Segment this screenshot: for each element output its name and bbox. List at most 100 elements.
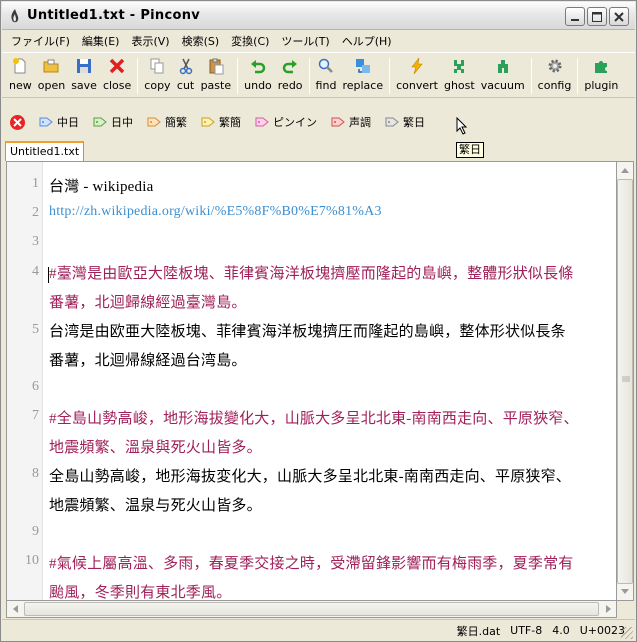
url-line[interactable]: http://zh.wikipedia.org/wiki/%E5%8F%B0%E… bbox=[49, 204, 382, 220]
menu-help[interactable]: ヘルプ(H) bbox=[337, 33, 399, 49]
menu-file[interactable]: ファイル(F) bbox=[6, 33, 77, 49]
convert-ja-zh-button[interactable]: 日中 bbox=[93, 114, 133, 130]
minimize-icon bbox=[571, 18, 579, 21]
arrow-down-icon bbox=[621, 589, 629, 594]
line-number: 4 bbox=[32, 264, 39, 279]
plugin-button[interactable]: plugin bbox=[581, 53, 621, 97]
save-button[interactable]: save bbox=[68, 53, 100, 97]
new-button[interactable]: new bbox=[6, 53, 35, 97]
line-number: 8 bbox=[32, 466, 39, 481]
close-button[interactable]: close bbox=[100, 53, 134, 97]
new-file-icon bbox=[13, 58, 26, 74]
scissors-icon bbox=[179, 58, 192, 75]
menu-bar: ファイル(F) 編集(E) 表示(V) 検索(S) 変換(C) ツール(T) ヘ… bbox=[2, 31, 635, 50]
maximize-icon bbox=[592, 11, 602, 22]
menu-edit[interactable]: 編集(E) bbox=[77, 33, 127, 49]
comment-line-wrap: 番薯，北迴歸線經過臺灣島。 bbox=[49, 295, 247, 311]
line-number: 3 bbox=[32, 234, 39, 249]
copy-button[interactable]: copy bbox=[141, 53, 173, 97]
toolbar-separator bbox=[308, 58, 310, 94]
blue-tag-icon bbox=[39, 117, 53, 127]
line-number: 2 bbox=[32, 205, 39, 220]
cut-button[interactable]: cut bbox=[174, 53, 198, 97]
redo-button[interactable]: redo bbox=[275, 53, 306, 97]
comment-line: #全島山勢高峻，地形海拔變化大，山脈大多呈北北東-南南西走向、平原狹窄、 bbox=[49, 411, 579, 427]
floppy-disk-icon bbox=[77, 59, 92, 73]
mouse-cursor-icon bbox=[456, 117, 468, 135]
line-number: 1 bbox=[32, 176, 39, 191]
scroll-up-button[interactable] bbox=[617, 162, 633, 178]
comment-line-wrap: 颱風，冬季則有東北季風。 bbox=[49, 585, 232, 601]
copy-icon bbox=[150, 58, 164, 74]
resize-grip[interactable] bbox=[621, 627, 633, 639]
toolbar-separator bbox=[389, 58, 391, 94]
convert-zh-ja-button[interactable]: 中日 bbox=[39, 114, 79, 130]
puzzle-piece-icon bbox=[595, 61, 608, 73]
scroll-right-button[interactable] bbox=[601, 601, 617, 617]
ghost-icon bbox=[454, 60, 465, 73]
convert-traditional-simplified-button[interactable]: 繁簡 bbox=[201, 114, 241, 130]
status-version: 4.0 bbox=[552, 624, 570, 637]
convert-traditional-japanese-button[interactable]: 繁日 bbox=[385, 114, 425, 130]
vertical-scroll-thumb[interactable] bbox=[617, 179, 633, 584]
title-bar[interactable]: Untitled1.txt - Pinconv bbox=[2, 2, 635, 30]
vacuum-icon bbox=[497, 60, 508, 73]
convert-pinyin-button[interactable]: ピンイン bbox=[255, 114, 317, 130]
undo-button[interactable]: undo bbox=[241, 53, 275, 97]
convert-tone-button[interactable]: 声調 bbox=[331, 114, 371, 130]
close-icon bbox=[614, 11, 624, 22]
gear-icon bbox=[548, 59, 561, 73]
document-tab[interactable]: Untitled1.txt bbox=[5, 141, 85, 161]
line-number: 5 bbox=[32, 322, 39, 337]
replace-button[interactable]: replace bbox=[339, 53, 386, 97]
vacuum-button[interactable]: vacuum bbox=[478, 53, 528, 97]
text-editor[interactable]: 1 2 3 4 5 6 7 8 9 10 台灣 - wikipedia http… bbox=[6, 161, 617, 601]
close-window-button[interactable] bbox=[609, 7, 629, 26]
minimize-button[interactable] bbox=[565, 7, 585, 26]
menu-search[interactable]: 検索(S) bbox=[177, 33, 227, 49]
clear-conversion-button[interactable] bbox=[10, 114, 25, 130]
config-button[interactable]: config bbox=[535, 53, 575, 97]
convert-simplified-traditional-button[interactable]: 簡繁 bbox=[147, 114, 187, 130]
horizontal-scrollbar[interactable] bbox=[6, 601, 617, 618]
status-encoding: UTF-8 bbox=[510, 624, 543, 637]
vertical-scrollbar[interactable] bbox=[617, 161, 634, 601]
undo-arrow-icon bbox=[250, 60, 266, 74]
status-file: 繁日.dat bbox=[456, 624, 501, 638]
text-line-wrap: 番薯，北迴帰線経過台湾島。 bbox=[49, 353, 247, 369]
window-title: Untitled1.txt - Pinconv bbox=[27, 8, 201, 23]
comment-line: #臺灣是由歐亞大陸板塊、菲律賓海洋板塊擠壓而隆起的島嶼，整體形狀似長條 bbox=[49, 266, 574, 282]
scroll-down-button[interactable] bbox=[617, 584, 633, 600]
grip-icon bbox=[622, 376, 630, 382]
yellow-tag-icon bbox=[201, 117, 215, 127]
open-button[interactable]: open bbox=[35, 53, 68, 97]
lightning-icon bbox=[411, 57, 423, 75]
arrow-left-icon bbox=[13, 605, 18, 613]
document-tab-row: Untitled1.txt bbox=[2, 139, 635, 161]
text-line: 全島山勢高峻，地形海抜変化大，山脈大多呈北北東-南南西走向、平原狭窄、 bbox=[49, 469, 571, 485]
toolbar-separator bbox=[577, 58, 579, 94]
line-number: 7 bbox=[32, 408, 39, 423]
text-line: 台灣 - wikipedia bbox=[49, 179, 154, 195]
arrow-right-icon bbox=[606, 605, 611, 613]
toolbar: new open save close copy cut paste undo … bbox=[2, 52, 635, 98]
arrow-up-icon bbox=[621, 168, 629, 173]
menu-view[interactable]: 表示(V) bbox=[126, 33, 176, 49]
toolbar-separator bbox=[137, 58, 139, 94]
green-tag-icon bbox=[93, 117, 107, 127]
gray-tag-icon bbox=[385, 117, 399, 127]
clipboard-icon bbox=[209, 58, 224, 75]
red-x-icon bbox=[109, 58, 125, 74]
comment-line-wrap: 地震頻繁、溫泉與死火山皆多。 bbox=[49, 440, 262, 456]
convert-button[interactable]: convert bbox=[393, 53, 441, 97]
find-button[interactable]: find bbox=[313, 53, 340, 97]
ghost-button[interactable]: ghost bbox=[441, 53, 478, 97]
horizontal-scroll-thumb[interactable] bbox=[24, 602, 599, 616]
toolbar-separator bbox=[237, 58, 239, 94]
text-caret bbox=[48, 267, 49, 283]
menu-convert[interactable]: 変換(C) bbox=[226, 33, 276, 49]
maximize-button[interactable] bbox=[587, 7, 607, 26]
scroll-left-button[interactable] bbox=[7, 601, 23, 617]
paste-button[interactable]: paste bbox=[198, 53, 235, 97]
menu-tools[interactable]: ツール(T) bbox=[276, 33, 336, 49]
